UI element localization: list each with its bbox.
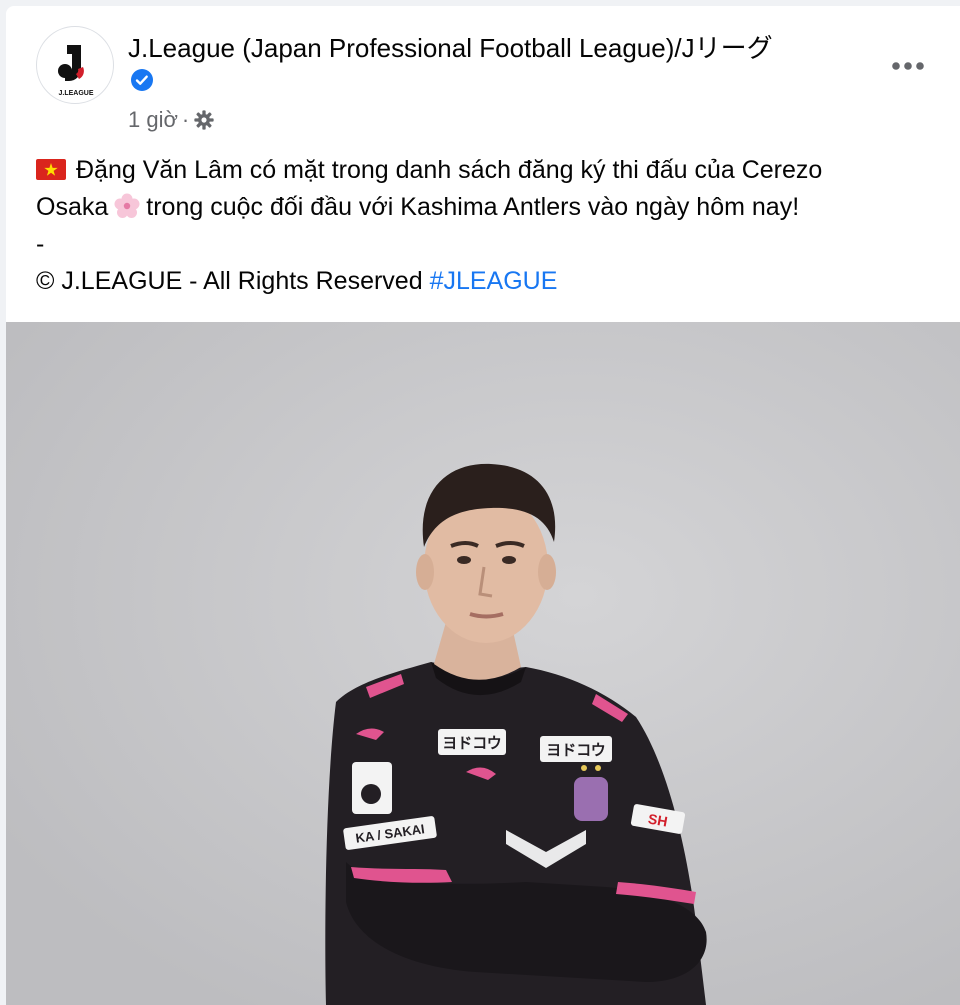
jleague-logo-icon: J.LEAGUE (58, 45, 94, 97)
hashtag-link[interactable]: #JLEAGUE (430, 267, 558, 295)
jersey-sponsor-sleeve: ヨドコウ (546, 741, 605, 759)
copyright-text: © J.LEAGUE - All Rights Reserved (36, 267, 423, 295)
vietnam-flag-icon (36, 159, 66, 180)
jersey-side-text: SH (647, 810, 669, 829)
post-timestamp[interactable]: 1 giờ (128, 107, 178, 133)
post-line-4: © J.LEAGUE - All Rights Reserved #JLEAGU… (36, 263, 956, 300)
post-line-1: Đặng Văn Lâm có mặt trong danh sách đăng… (36, 152, 956, 189)
post-text-line-2: trong cuộc đối đầu với Kashima Antlers v… (146, 193, 800, 221)
logo-text: J.LEAGUE (58, 90, 93, 97)
cherry-blossom-icon (114, 193, 140, 218)
post-body: Đặng Văn Lâm có mặt trong danh sách đăng… (36, 152, 956, 300)
verified-badge-icon (131, 69, 153, 91)
jersey-sponsor-front: ヨドコウ (442, 734, 501, 752)
post-line-2: Osaka trong cuộc đối đầu với Kashima Ant… (36, 189, 956, 226)
player-photo: ヨドコウ ヨドコウ KA / SAKAI SH (6, 322, 960, 1005)
post-card: J.LEAGUE J.League (Japan Professional Fo… (6, 6, 960, 1005)
page-avatar[interactable]: J.LEAGUE (36, 26, 114, 104)
page-name-link[interactable]: J.League (Japan Professional Football Le… (128, 28, 773, 65)
meta-separator: · (181, 107, 190, 132)
post-text-osaka: Osaka (36, 193, 109, 221)
gear-icon[interactable] (193, 109, 215, 131)
more-options-icon (892, 62, 924, 70)
post-header: J.LEAGUE J.League (Japan Professional Fo… (6, 6, 960, 146)
post-line-3: - (36, 230, 45, 258)
more-options-button[interactable] (880, 44, 936, 88)
post-text-line-1: Đặng Văn Lâm có mặt trong danh sách đăng… (76, 156, 823, 184)
post-meta: 1 giờ · (128, 106, 215, 134)
post-photo[interactable]: ヨドコウ ヨドコウ KA / SAKAI SH (6, 322, 960, 1005)
